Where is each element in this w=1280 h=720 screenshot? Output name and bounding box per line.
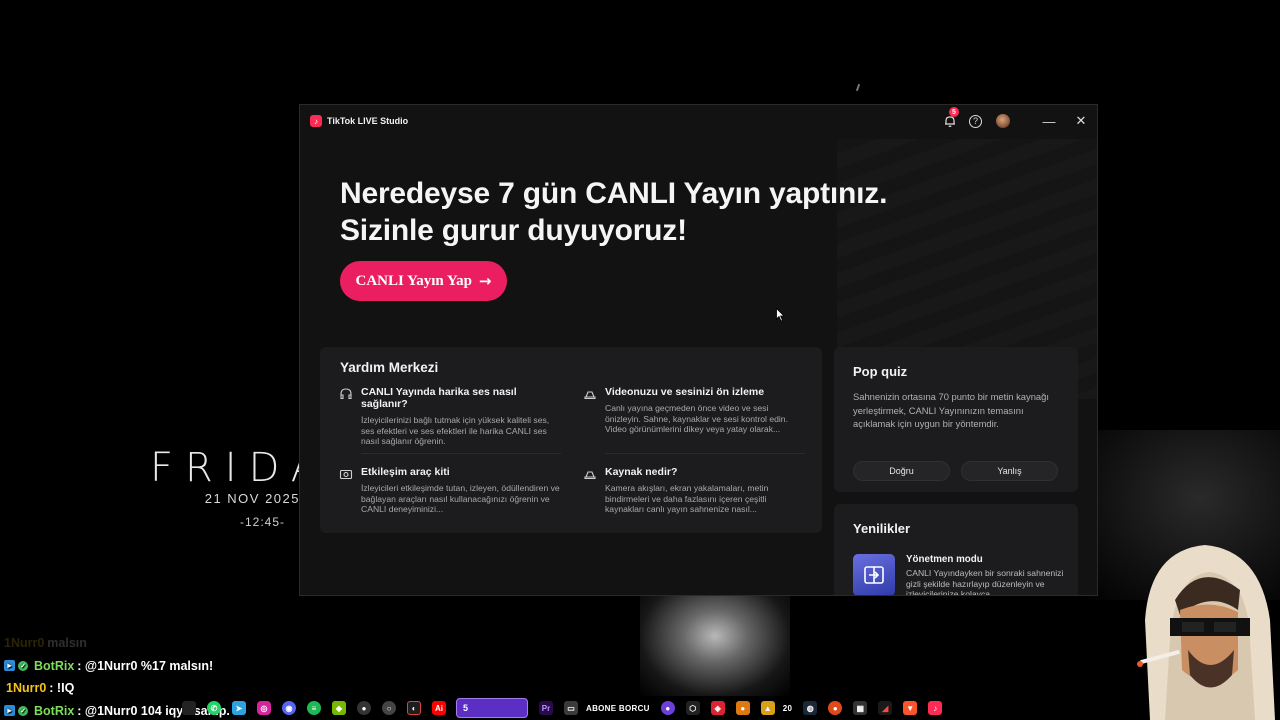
chat-message: malsın	[47, 636, 87, 651]
verified-badge-icon: ✓	[18, 660, 28, 671]
close-button[interactable]: ✕	[1065, 105, 1097, 137]
go-live-button[interactable]: CANLI Yayın Yap →	[340, 261, 507, 301]
chat-username: BotRix	[34, 658, 75, 673]
pop-quiz-title: Pop quiz	[853, 364, 908, 379]
telegram-icon[interactable]: ➤	[232, 701, 246, 715]
taskbar: ✆ ➤ ◎ ◉ ≡ ◆ ● ○ ◐ Ai 5 Pr ▭ ABONE BORCU …	[0, 696, 1280, 720]
window-titlebar[interactable]: ♪ TikTok LIVE Studio 5 ? — ✕	[300, 105, 1097, 137]
divider	[605, 453, 805, 454]
app-icon[interactable]: ○	[382, 701, 396, 715]
app-icon[interactable]: ◢	[878, 701, 893, 715]
adobe-icon[interactable]: Ai	[432, 701, 446, 715]
help-center-title: Yardım Merkezi	[340, 360, 439, 375]
wallpaper-art	[640, 596, 790, 696]
whatsapp-icon[interactable]: ✆	[207, 701, 221, 715]
desktop-day: FRIDA	[150, 445, 331, 491]
spotify-icon[interactable]: ≡	[307, 701, 321, 715]
desktop-clock-widget: FRIDA 21 NOV 2025 -12:45-	[150, 445, 331, 529]
help-center-card: Yardım Merkezi CANLI Yayında harika ses …	[320, 347, 822, 533]
chat-line: ▸ ✓ BotRix : @1Nurr0 %17 malsın!	[4, 655, 230, 678]
help-article-title: Videonuzu ve sesinizi ön izleme	[605, 386, 765, 398]
desktop-date: 21 NOV 2025	[204, 491, 300, 506]
app-icon[interactable]: ◐	[407, 701, 421, 715]
chat-username: 1Nurr0	[4, 636, 45, 651]
obs-icon[interactable]: ●	[357, 701, 371, 715]
arrow-right-icon: →	[478, 272, 492, 290]
desktop-mark	[855, 83, 861, 92]
discord-icon[interactable]: ◉	[282, 701, 296, 715]
instagram-icon[interactable]: ◎	[257, 701, 271, 715]
app-icon[interactable]: ⬡	[685, 701, 700, 715]
app-icon[interactable]: ▦	[853, 701, 868, 715]
app-icon[interactable]: ▲	[760, 701, 775, 715]
scene-switch-icon	[864, 566, 884, 584]
app-title: TikTok LIVE Studio	[327, 116, 409, 126]
steam-icon[interactable]: ◍	[803, 701, 818, 715]
tiktok-live-studio-window: ♪ TikTok LIVE Studio 5 ? — ✕ Neredeyse 7…	[299, 104, 1098, 596]
help-article-title: CANLI Yayında harika ses nasıl sağlanır?	[361, 386, 517, 410]
chat-line: 1Nurr0 malsın	[4, 632, 230, 655]
help-article-item[interactable]: Etkileşim araç kiti İzleyicileri etkileş…	[339, 466, 561, 515]
help-article-desc: İzleyicilerinizi bağlı tutmak için yükse…	[361, 415, 550, 447]
window-icon[interactable]: ▭	[564, 701, 578, 715]
desktop-time: -12:45-	[240, 515, 286, 529]
help-article-item[interactable]: CANLI Yayında harika ses nasıl sağlanır?…	[340, 386, 561, 447]
quiz-true-button[interactable]: Doğru	[853, 461, 950, 481]
whats-new-item-desc: CANLI Yayındayken bir sonraki sahnenizi …	[906, 568, 1064, 596]
workspace-indicator[interactable]: 5	[456, 698, 528, 718]
nvidia-icon[interactable]: ◆	[332, 701, 346, 715]
app-icon[interactable]: ●	[828, 701, 843, 715]
hero-headline-line1: Neredeyse 7 gün CANLI Yayın yaptınız.	[340, 177, 888, 210]
chat-message: : !IQ	[49, 681, 75, 696]
profile-avatar[interactable]	[996, 114, 1010, 128]
help-article-desc: Canlı yayına geçmeden önce video ve sesi…	[605, 403, 788, 435]
divider	[361, 453, 561, 454]
hero-section: Neredeyse 7 gün CANLI Yayın yaptınız. Si…	[340, 175, 887, 249]
minimize-button[interactable]: —	[1033, 105, 1065, 137]
whats-new-item-title[interactable]: Yönetmen modu	[906, 554, 983, 565]
whats-new-title: Yenilikler	[853, 521, 911, 536]
whats-new-card: Yenilikler Yönetmen modu CANLI Yayındayk…	[834, 504, 1078, 596]
tiktok-logo-icon: ♪	[310, 115, 322, 127]
pop-quiz-card: Pop quiz Sahnenizin ortasına 70 punto bi…	[834, 347, 1078, 492]
mouse-cursor-icon	[776, 308, 785, 322]
streamer-avatar-illustration	[1137, 545, 1275, 720]
chat-username: 1Nurr0	[6, 681, 47, 696]
brave-icon[interactable]: ▼	[903, 701, 918, 715]
tiktok-taskbar-icon[interactable]: ♪	[928, 701, 943, 715]
headset-icon	[340, 388, 352, 400]
help-article-desc: İzleyicileri etkileşimde tutan, izleyen,…	[361, 483, 560, 515]
notification-button[interactable]: 5	[943, 107, 959, 128]
go-live-label: CANLI Yayın Yap	[355, 272, 472, 289]
director-mode-thumbnail[interactable]	[853, 554, 895, 595]
chat-message: : @1Nurr0 %17 malsın!	[77, 658, 214, 673]
help-article-title: Etkileşim araç kiti	[361, 466, 450, 478]
app-icon[interactable]: ●	[735, 701, 750, 715]
help-button[interactable]: ?	[969, 114, 982, 128]
help-article-item[interactable]: Videonuzu ve sesinizi ön izleme Canlı ya…	[584, 386, 805, 435]
help-article-title: Kaynak nedir?	[605, 466, 678, 478]
taskbar-app-icon[interactable]	[182, 701, 196, 715]
stream-title-label[interactable]: ABONE BORCU	[586, 704, 650, 713]
help-article-desc: Kamera akışları, ekran yakalamaları, met…	[605, 483, 769, 515]
premiere-icon[interactable]: Pr	[539, 701, 553, 715]
app-icon[interactable]: ◈	[710, 701, 725, 715]
bot-badge-icon: ▸	[4, 660, 15, 672]
app-icon[interactable]: ●	[660, 701, 675, 715]
toolkit-icon	[339, 469, 353, 480]
titlebar-actions: 5 ? — ✕	[943, 105, 1097, 137]
hero-headline-line2: Sizinle gurur duyuyoruz!	[340, 214, 687, 247]
notification-count-badge: 5	[949, 107, 959, 117]
pop-quiz-question: Sahnenizin ortasına 70 punto bir metin k…	[853, 391, 1049, 429]
counter-label[interactable]: 20	[783, 704, 793, 713]
quiz-false-button[interactable]: Yanlış	[961, 461, 1058, 481]
source-icon	[584, 471, 596, 480]
preview-icon	[584, 391, 596, 400]
help-article-item[interactable]: Kaynak nedir? Kamera akışları, ekran yak…	[584, 466, 805, 515]
